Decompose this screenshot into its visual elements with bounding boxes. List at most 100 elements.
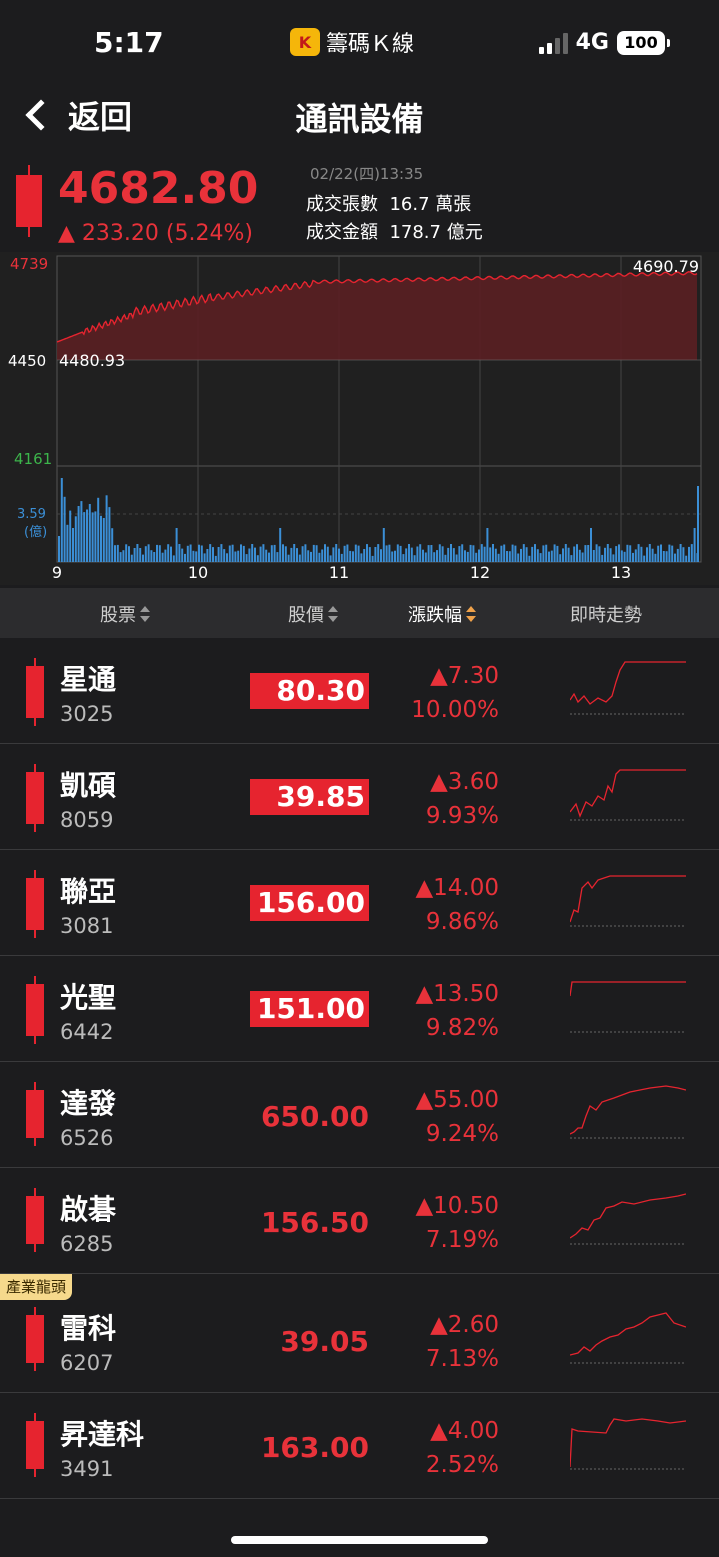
x-tick-label: 12	[470, 563, 490, 582]
volume-bar	[102, 518, 105, 562]
volume-bar	[77, 506, 80, 562]
volume-bar	[517, 553, 520, 562]
stock-price: 156.50	[260, 1206, 369, 1239]
stock-price: 156.00	[250, 885, 369, 921]
stock-change-pct: 10.00%	[411, 697, 499, 723]
volume-bar	[184, 553, 186, 562]
volume-bar	[200, 545, 203, 562]
volume-bar	[469, 544, 472, 562]
volume-bar	[665, 551, 668, 562]
sort-active-icon	[466, 606, 476, 622]
volume-bar	[226, 553, 228, 562]
volume-bar	[450, 544, 452, 562]
home-indicator[interactable]	[231, 1536, 488, 1544]
volume-bar	[419, 544, 422, 562]
price-area	[57, 271, 697, 360]
index-change: ▲ 233.20 (5.24%)	[58, 221, 253, 246]
table-row[interactable]: 聯亞 3081 156.00 ▲14.00 9.86%	[0, 850, 719, 956]
volume-bar	[212, 547, 214, 562]
volume-bar	[402, 554, 405, 562]
table-row[interactable]: 啟碁 6285 156.50 ▲10.50 7.19%	[0, 1168, 719, 1274]
volume-bar	[97, 497, 100, 562]
table-row[interactable]: 星通 3025 80.30 ▲7.30 10.00%	[0, 638, 719, 744]
volume-bar	[595, 544, 598, 562]
volume-bar	[444, 554, 447, 562]
candle-icon	[26, 1082, 44, 1146]
volume-bar	[259, 546, 262, 562]
volume-bar	[150, 550, 153, 562]
stock-name: 聯亞	[60, 875, 117, 908]
amount-value: 178.7 億元	[389, 222, 483, 243]
stock-change: ▲13.50	[415, 981, 499, 1007]
volume-bar	[63, 496, 66, 562]
volume-bar	[410, 547, 413, 562]
volume-bar	[466, 551, 469, 562]
page-title: 通訊設備	[295, 100, 424, 138]
sparkline	[570, 1418, 686, 1470]
volume-bar	[399, 545, 402, 562]
volume-bar	[284, 546, 287, 562]
volume-bar	[416, 546, 419, 562]
volume-bar	[220, 544, 223, 562]
volume-bar	[506, 551, 508, 562]
volume-bar	[690, 544, 693, 562]
volume-bar	[455, 554, 458, 562]
volume-bar	[130, 554, 133, 562]
volume-bar	[366, 544, 368, 562]
sparkline-series	[570, 1085, 686, 1135]
volume-bar	[483, 546, 486, 562]
volume-bar	[357, 545, 360, 562]
table-row[interactable]: 凱碩 8059 39.85 ▲3.60 9.93%	[0, 744, 719, 850]
volume-bar	[464, 550, 466, 562]
stock-name: 雷科	[60, 1312, 117, 1345]
volume-bar	[478, 549, 480, 562]
table-row[interactable]: 達發 6526 650.00 ▲55.00 9.24%	[0, 1062, 719, 1168]
volume-bar	[248, 548, 251, 562]
volume-bar	[164, 549, 167, 562]
volume-bar	[116, 544, 119, 562]
stock-change: ▲55.00	[415, 1087, 499, 1113]
volume-bar	[427, 545, 430, 562]
candle-icon	[26, 764, 44, 832]
volume-bar	[270, 545, 273, 562]
volume-bar	[674, 553, 676, 562]
table-row[interactable]: 昇達科 3491 163.00 ▲4.00 2.52%	[0, 1393, 719, 1499]
volume-bar	[573, 546, 576, 562]
stock-change-pct: 9.86%	[425, 909, 499, 935]
volume-bar	[172, 555, 175, 562]
volume-bar	[240, 544, 242, 562]
volume-bar	[192, 550, 195, 562]
header-change[interactable]: 漲跌幅	[408, 601, 476, 627]
volume-bar	[158, 545, 161, 562]
battery-icon: 100	[617, 30, 670, 55]
volume-bar	[489, 547, 492, 562]
volume-bar	[424, 552, 427, 562]
volume-bar	[214, 555, 217, 562]
volume-bar	[394, 550, 396, 562]
candle-icon	[26, 870, 44, 938]
volume-bar	[128, 546, 130, 562]
volume-bar	[508, 551, 511, 562]
stock-name: 啟碁	[60, 1193, 117, 1226]
header-change-label: 漲跌幅	[408, 605, 462, 626]
stock-price: 39.05	[280, 1325, 369, 1358]
volume-bar	[497, 553, 500, 562]
volume-bar	[668, 544, 671, 562]
volume-bar	[147, 544, 150, 562]
volume-bar	[581, 552, 584, 562]
volume-bar	[321, 549, 324, 562]
header-price[interactable]: 股價	[288, 601, 338, 627]
table-row[interactable]: 產業龍頭 雷科 6207 39.05 ▲2.60 7.13%	[0, 1274, 719, 1393]
header-stock[interactable]: 股票	[100, 601, 150, 627]
y-high-label: 4739	[10, 255, 48, 273]
volume-bar	[380, 549, 382, 562]
volume-bar	[514, 545, 517, 562]
volume-bar	[60, 478, 63, 562]
volume-bar	[520, 548, 522, 562]
intraday-chart[interactable]: 4739 4450 4480.93 4161 4690.79 3.59 (億) 9 10 11 12…	[0, 252, 719, 585]
stock-change-pct: 7.19%	[425, 1227, 499, 1253]
volume-bar	[438, 544, 441, 562]
index-summary: 4682.80 ▲ 233.20 (5.24%) 02/22(四)13:35 成…	[0, 155, 719, 250]
table-row[interactable]: 光聖 6442 151.00 ▲13.50 9.82%	[0, 956, 719, 1062]
last-value-label: 4690.79	[633, 257, 699, 276]
